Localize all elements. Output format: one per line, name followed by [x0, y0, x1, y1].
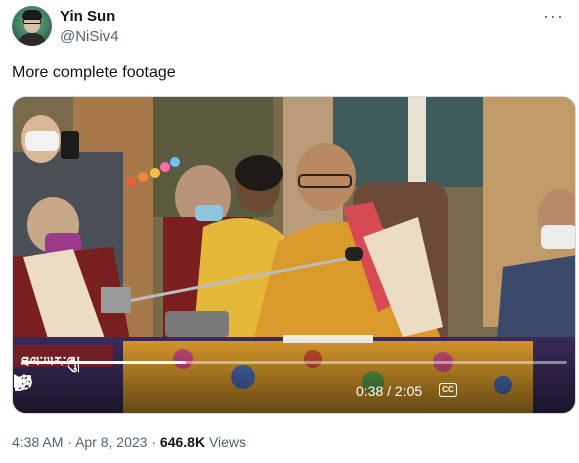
meta-dot: ·	[151, 434, 157, 450]
video-progress-bar[interactable]	[21, 361, 567, 364]
time-separator: /	[387, 383, 392, 399]
tweet-meta: 4:38 AM · Apr 8, 2023 · 646.8K Views	[12, 434, 246, 450]
meta-dot: ·	[67, 434, 72, 450]
captions-icon[interactable]: CC	[439, 383, 457, 397]
current-time: 0:38	[356, 383, 384, 399]
video-time: 0:38 / 2:05	[356, 383, 422, 399]
video-progress-fill	[21, 361, 187, 364]
tweet-date[interactable]: Apr 8, 2023	[75, 434, 147, 450]
duration: 2:05	[394, 383, 423, 399]
video-controls: 0:38 / 2:05 CC	[13, 373, 575, 407]
tweet-text: More complete footage	[12, 64, 176, 81]
video-player[interactable]: ཐལ་ཡར་ཞུ། 0:38 / 2:05 CC	[12, 96, 576, 414]
author-name[interactable]: Yin Sun	[60, 8, 115, 25]
author-handle[interactable]: @NiSiv4	[60, 28, 119, 45]
tweet-time[interactable]: 4:38 AM	[12, 434, 63, 450]
views-label: Views	[208, 434, 247, 450]
more-options-icon[interactable]: ···	[543, 6, 564, 27]
author-avatar[interactable]	[12, 6, 52, 46]
fullscreen-icon[interactable]	[13, 373, 33, 393]
views-count: 646.8K	[159, 434, 206, 450]
tweet-header: Yin Sun @NiSiv4 ···	[12, 6, 572, 48]
